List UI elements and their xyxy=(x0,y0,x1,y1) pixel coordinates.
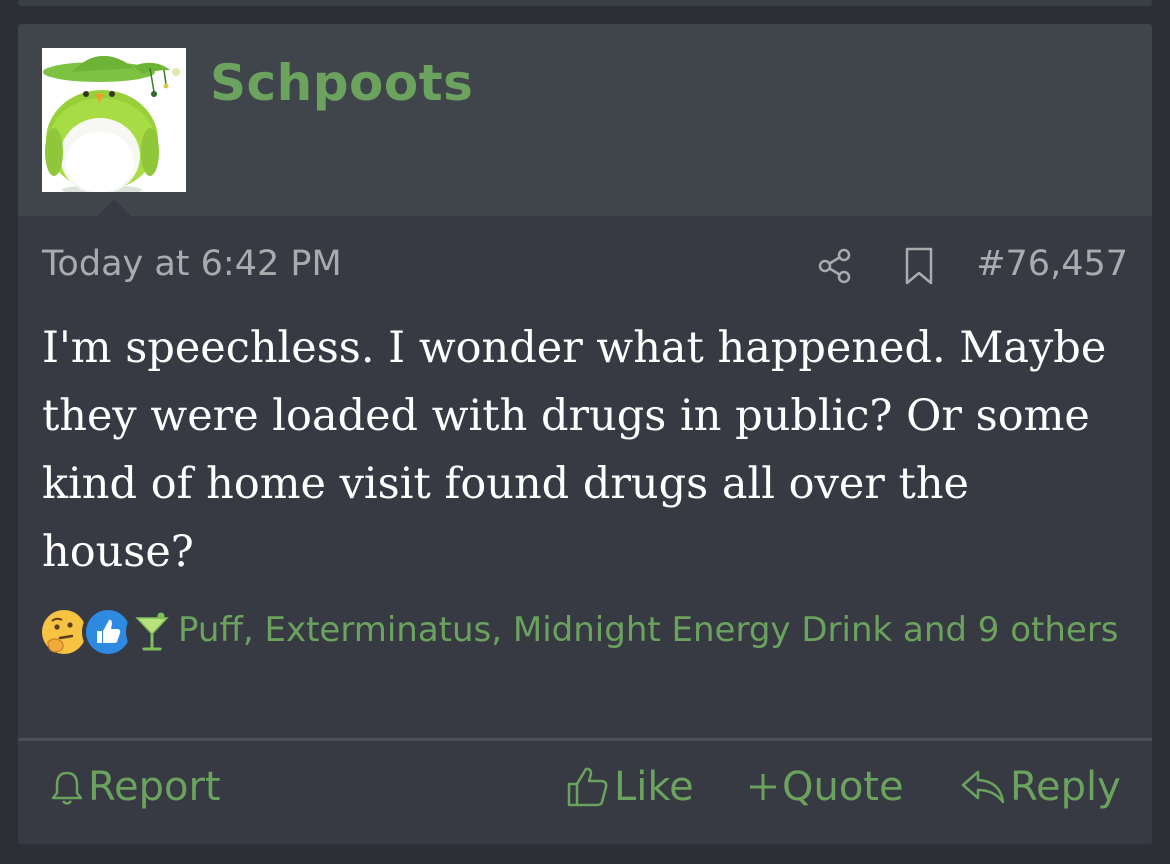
forum-post: Schpoots Today at 6:42 PM #76,457 I'm sp… xyxy=(18,24,1152,844)
plus-icon xyxy=(750,774,776,800)
reactions-bar: Puff, Exterminatus, Midnight Energy Drin… xyxy=(38,604,1128,658)
post-number-link[interactable]: #76,457 xyxy=(976,244,1128,284)
reply-button[interactable]: Reply xyxy=(960,762,1121,812)
reaction-icons[interactable] xyxy=(38,604,178,658)
bell-icon xyxy=(51,771,83,805)
quote-button[interactable]: Quote xyxy=(748,762,904,812)
thumbs-up-icon xyxy=(567,767,608,807)
post-user-header: Schpoots xyxy=(18,24,1152,216)
bookmark-icon[interactable] xyxy=(900,246,938,286)
username[interactable]: Schpoots xyxy=(210,54,473,112)
reply-arrow-icon xyxy=(961,770,1005,804)
like-label: Like xyxy=(614,764,694,810)
post-message: I'm speechless. I wonder what happened. … xyxy=(42,323,1107,577)
cocktail-icon xyxy=(126,606,178,658)
previous-post-edge xyxy=(18,0,1152,6)
reply-label: Reply xyxy=(1010,764,1121,810)
footer-divider xyxy=(18,738,1152,741)
share-icon[interactable] xyxy=(816,246,856,286)
user-avatar[interactable] xyxy=(42,48,186,192)
reaction-users[interactable]: Puff, Exterminatus, Midnight Energy Drin… xyxy=(178,610,1119,650)
post-actions: Report Like Quote Reply xyxy=(18,742,1152,844)
message-pointer xyxy=(97,199,131,216)
quote-label: Quote xyxy=(782,764,904,810)
report-label: Report xyxy=(88,764,221,810)
post-date[interactable]: Today at 6:42 PM xyxy=(42,244,342,284)
like-button[interactable]: Like xyxy=(566,762,694,812)
post-meta: Today at 6:42 PM #76,457 xyxy=(42,242,1128,290)
report-button[interactable]: Report xyxy=(50,762,221,812)
